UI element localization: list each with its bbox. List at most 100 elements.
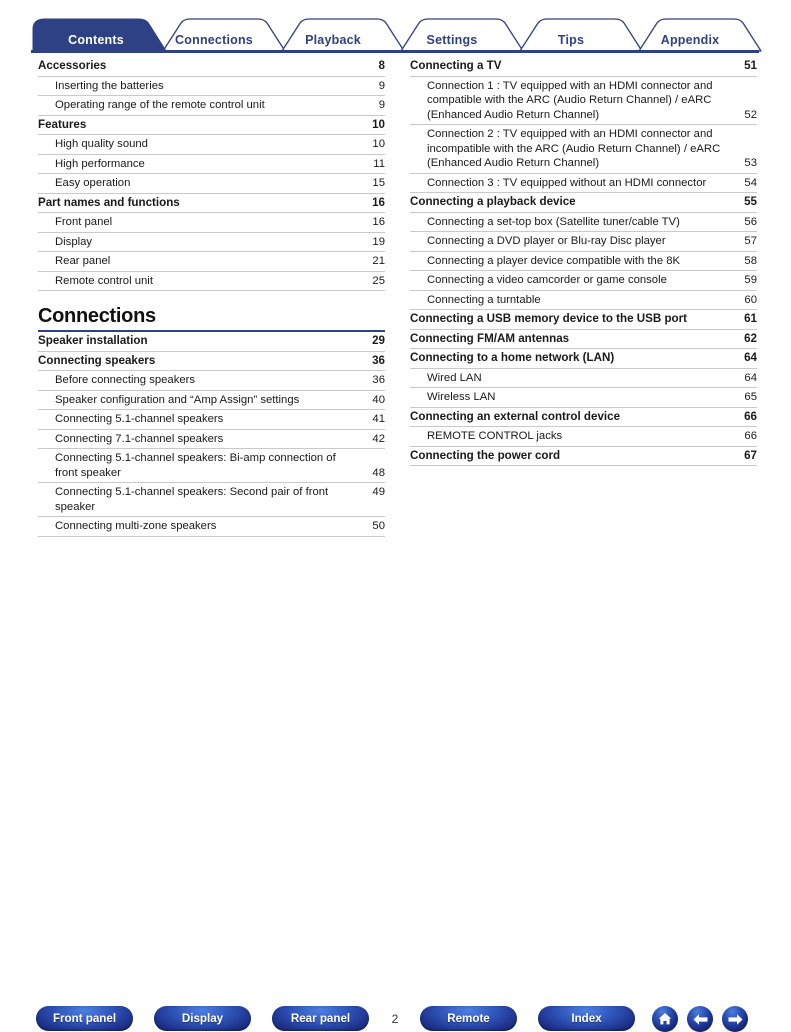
arrow-right-icon[interactable] (722, 1006, 748, 1032)
toc-entry-page: 9 (378, 99, 385, 111)
toc-entry-connecting-fm-am-antennas[interactable]: Connecting FM/AM antennas 62 (410, 330, 757, 349)
toc-entry-inserting-the-batteries[interactable]: Inserting the batteries 9 (38, 77, 385, 96)
toc-entry-title: Speaker configuration and “Amp Assign” s… (55, 393, 300, 406)
toc-entry-title: Features (38, 117, 87, 131)
toc-entry-title: Rear panel (55, 255, 111, 267)
toc-entry-page: 36 (372, 353, 385, 367)
toc-entry-rear-panel[interactable]: Rear panel 21 (38, 252, 385, 272)
arrow-left-icon[interactable] (687, 1006, 713, 1032)
toc-entry-speaker-installation[interactable]: Speaker installation 29 (38, 332, 385, 352)
toc-entry-page: 56 (744, 215, 757, 228)
toc-entry-title: Connecting a turntable (427, 293, 541, 306)
toc-entry-connecting-a-video-camcorder-or-game-console[interactable]: Connecting a video camcorder or game con… (410, 271, 757, 291)
toc-entry-page: 25 (372, 274, 385, 287)
toc-entry-title: Connecting a set-top box (Satellite tune… (427, 215, 680, 228)
toc-entry-title: Connecting speakers (38, 353, 156, 367)
toc-entry-wired-lan[interactable]: Wired LAN 64 (410, 369, 757, 388)
toc-entry-page: 64 (744, 351, 757, 364)
tab-playback[interactable]: Playback (305, 33, 361, 47)
toc-entry-page: 11 (373, 157, 385, 170)
toc-entry-connection-2-tv-equipped-with-an-hdmi-connec[interactable]: Connection 2 : TV equipped with an HDMI … (410, 125, 757, 174)
toc-entry-high-quality-sound[interactable]: High quality sound 10 (38, 135, 385, 155)
toc-entry-connecting-a-playback-device[interactable]: Connecting a playback device 55 (410, 193, 757, 213)
toc-entry-page: 51 (744, 59, 757, 72)
tab-bar-underline (31, 50, 759, 53)
toc-entry-connecting-5-1-channel-speakers-bi-amp-conne[interactable]: Connecting 5.1-channel speakers: Bi-amp … (38, 449, 385, 483)
toc-entry-page: 19 (372, 235, 385, 248)
toc-entry-page: 10 (372, 138, 385, 150)
toc-entry-title: Wireless LAN (427, 391, 496, 403)
toc-entry-easy-operation[interactable]: Easy operation 15 (38, 174, 385, 194)
toc-entry-speaker-configuration-and-amp-assign-setting[interactable]: Speaker configuration and “Amp Assign” s… (38, 391, 385, 410)
toc-entry-title: Connecting a USB memory device to the US… (410, 312, 688, 325)
toc-entry-remote-control-jacks[interactable]: REMOTE CONTROL jacks 66 (410, 427, 757, 447)
toc-entry-connection-3-tv-equipped-without-an-hdmi-con[interactable]: Connection 3 : TV equipped without an HD… (410, 174, 757, 193)
toc-entry-display[interactable]: Display 19 (38, 233, 385, 252)
toc-entry-connecting-to-a-home-network-lan[interactable]: Connecting to a home network (LAN) 64 (410, 349, 757, 369)
toc-entry-connecting-a-dvd-player-or-blu-ray-disc-play[interactable]: Connecting a DVD player or Blu-ray Disc … (410, 232, 757, 252)
toc-entry-title: Connecting a playback device (410, 195, 576, 208)
toc-entry-title: Connecting 7.1-channel speakers (55, 432, 224, 445)
toc-entry-page: 10 (372, 117, 385, 131)
toc-entry-page: 67 (744, 448, 757, 462)
toc-entry-page: 42 (372, 432, 385, 445)
toc-entry-accessories[interactable]: Accessories 8 (38, 57, 385, 77)
toc-entry-page: 8 (378, 59, 385, 72)
toc-entry-connecting-a-player-device-compatible-with-t[interactable]: Connecting a player device compatible wi… (410, 252, 757, 271)
toc-entry-front-panel[interactable]: Front panel 16 (38, 213, 385, 233)
toc-entry-title: Connection 3 : TV equipped without an HD… (427, 176, 707, 189)
toc-entry-title: Speaker installation (38, 334, 148, 347)
arrow-right-glyph (728, 1013, 742, 1025)
toc-entry-title: Remote control unit (55, 274, 153, 287)
toc-entry-title: Connecting the power cord (410, 448, 561, 462)
toc-entry-operating-range-of-the-remote-control-unit[interactable]: Operating range of the remote control un… (38, 96, 385, 116)
toc-entry-page: 54 (744, 176, 757, 189)
rear-panel-button[interactable]: Rear panel (272, 1006, 369, 1031)
toc-entry-connecting-a-tv[interactable]: Connecting a TV 51 (410, 57, 757, 77)
toc-entry-before-connecting-speakers[interactable]: Before connecting speakers 36 (38, 371, 385, 391)
toc-entry-page: 36 (372, 374, 385, 386)
toc-entry-connecting-7-1-channel-speakers[interactable]: Connecting 7.1-channel speakers 42 (38, 430, 385, 449)
toc-entry-connecting-a-usb-memory-device-to-the-usb-po[interactable]: Connecting a USB memory device to the US… (410, 310, 757, 330)
toc-entry-title: Accessories (38, 59, 107, 72)
tab-contents[interactable]: Contents (68, 33, 124, 47)
toc-entry-connecting-speakers[interactable]: Connecting speakers 36 (38, 352, 385, 371)
toc-entry-page: 41 (372, 413, 385, 425)
toc-entry-high-performance[interactable]: High performance 11 (38, 155, 385, 174)
index-button[interactable]: Index (538, 1006, 635, 1031)
tab-connections[interactable]: Connections (175, 33, 253, 47)
toc-entry-page: 66 (744, 430, 757, 442)
toc-entry-connecting-a-turntable[interactable]: Connecting a turntable 60 (410, 291, 757, 310)
remote-button[interactable]: Remote (420, 1006, 517, 1031)
display-button[interactable]: Display (154, 1006, 251, 1031)
arrow-left-glyph (693, 1013, 707, 1025)
toc-entry-connecting-an-external-control-device[interactable]: Connecting an external control device 66 (410, 408, 757, 427)
tab-tips[interactable]: Tips (558, 33, 584, 47)
tab-appendix[interactable]: Appendix (661, 33, 720, 47)
toc-entry-page: 16 (372, 195, 385, 209)
toc-entry-part-names-and-functions[interactable]: Part names and functions 16 (38, 194, 385, 213)
toc-entry-features[interactable]: Features 10 (38, 116, 385, 135)
toc-entry-page: 57 (744, 235, 757, 247)
toc-entry-title: Connecting a video camcorder or game con… (427, 274, 667, 286)
toc-entry-title: Connection 1 : TV equipped with an HDMI … (427, 79, 713, 121)
toc-entry-connecting-5-1-channel-speakers[interactable]: Connecting 5.1-channel speakers 41 (38, 410, 385, 430)
toc-column-right: Connecting a TV 51 Connection 1 : TV equip… (410, 57, 757, 466)
toc-entry-page: 21 (372, 255, 385, 267)
toc-entry-title: Front panel (55, 216, 113, 228)
toc-entry-remote-control-unit[interactable]: Remote control unit 25 (38, 272, 385, 291)
toc-entry-page: 15 (372, 177, 385, 189)
toc-entry-connection-1-tv-equipped-with-an-hdmi-connec[interactable]: Connection 1 : TV equipped with an HDMI … (410, 77, 757, 125)
toc-entry-wireless-lan[interactable]: Wireless LAN 65 (410, 388, 757, 408)
toc-entry-page: 16 (372, 216, 385, 228)
front-panel-button[interactable]: Front panel (36, 1006, 133, 1031)
tab-settings[interactable]: Settings (427, 33, 478, 47)
toc-entry-connecting-the-power-cord[interactable]: Connecting the power cord 67 (410, 447, 757, 466)
toc-entry-connecting-a-set-top-box-satellite-tuner-cab[interactable]: Connecting a set-top box (Satellite tune… (410, 213, 757, 232)
toc-entry-title: REMOTE CONTROL jacks (427, 430, 563, 442)
toc-entry-page: 65 (744, 391, 757, 403)
toc-entry-page: 60 (744, 293, 757, 306)
toc-entry-page: 59 (744, 274, 757, 286)
home-icon[interactable] (652, 1006, 678, 1032)
toc-entry-page: 58 (744, 254, 757, 267)
